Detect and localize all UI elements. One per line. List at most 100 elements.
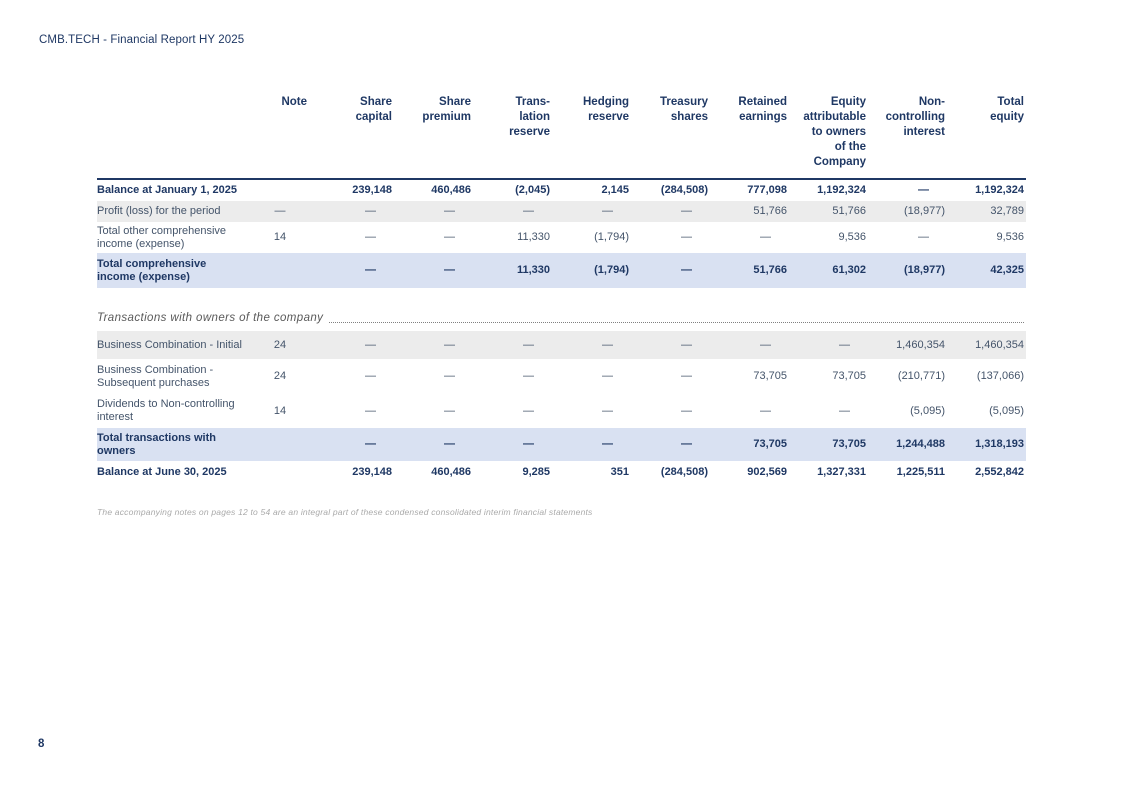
value-cell: — (631, 331, 710, 359)
value-cell: — (394, 253, 473, 288)
report-title: CMB.TECH - Financial Report HY 2025 (39, 34, 244, 46)
value-cell: 1,460,354 (947, 331, 1026, 359)
row-label: Dividends to Non-controlling interest (97, 394, 259, 428)
note-cell (259, 461, 315, 484)
value-cell: 239,148 (315, 179, 394, 201)
value-cell: — (394, 428, 473, 461)
value-cell: — (473, 394, 552, 428)
value-cell: — (552, 201, 631, 222)
row-label: Total comprehensive income (expense) (97, 253, 259, 288)
value-cell: 2,552,842 (947, 461, 1026, 484)
value-cell: — (631, 394, 710, 428)
value-cell: — (394, 359, 473, 394)
value-cell: 51,766 (789, 201, 868, 222)
value-cell: 1,460,354 (868, 331, 947, 359)
table-row-total-transactions: Total transactions with owners — — — — —… (97, 428, 1026, 461)
value-cell: — (394, 201, 473, 222)
table-row-total-comprehensive: Total comprehensive income (expense) — —… (97, 253, 1026, 288)
value-cell: 1,225,511 (868, 461, 947, 484)
value-cell: 42,325 (947, 253, 1026, 288)
value-cell: — (315, 253, 394, 288)
value-cell: — (394, 394, 473, 428)
note-cell (259, 179, 315, 201)
value-cell: (137,066) (947, 359, 1026, 394)
table-header: Note Share capital Share premium Trans- … (97, 93, 1026, 179)
value-cell: — (473, 359, 552, 394)
note-cell (259, 428, 315, 461)
value-cell: 902,569 (710, 461, 789, 484)
value-cell: — (315, 201, 394, 222)
value-cell: — (315, 428, 394, 461)
value-cell: — (315, 359, 394, 394)
row-label: Profit (loss) for the period (97, 201, 259, 222)
table-row-dividends-nci: Dividends to Non-controlling interest 14… (97, 394, 1026, 428)
value-cell: — (789, 394, 868, 428)
value-cell: 460,486 (394, 461, 473, 484)
column-header-equity-attributable: Equity attributable to owners of the Com… (789, 93, 868, 179)
value-cell: — (473, 331, 552, 359)
table-row-total-other-comprehensive: Total other comprehensive income (expens… (97, 222, 1026, 253)
dotted-divider (329, 322, 1024, 323)
value-cell: — (552, 394, 631, 428)
note-cell: 14 (259, 394, 315, 428)
value-cell: 1,192,324 (947, 179, 1026, 201)
value-cell: — (315, 394, 394, 428)
column-header-retained-earnings: Retained earnings (710, 93, 789, 179)
value-cell: 11,330 (473, 222, 552, 253)
footnote: The accompanying notes on pages 12 to 54… (97, 507, 1026, 517)
value-cell: 1,318,193 (947, 428, 1026, 461)
value-cell: 351 (552, 461, 631, 484)
value-cell: (284,508) (631, 461, 710, 484)
value-cell: (210,771) (868, 359, 947, 394)
value-cell: — (710, 394, 789, 428)
note-cell: 24 (259, 359, 315, 394)
column-header-note: Note (259, 93, 315, 179)
column-header-hedging-reserve: Hedging reserve (552, 93, 631, 179)
value-cell: (5,095) (947, 394, 1026, 428)
value-cell: 73,705 (710, 428, 789, 461)
value-cell: (1,794) (552, 253, 631, 288)
note-cell (259, 253, 315, 288)
value-cell: — (631, 253, 710, 288)
value-cell: — (631, 359, 710, 394)
table-row-business-combination-subsequent: Business Combination - Subsequent purcha… (97, 359, 1026, 394)
table-row-profit-loss: Profit (loss) for the period — — — — — —… (97, 201, 1026, 222)
column-header-treasury-shares: Treasury shares (631, 93, 710, 179)
page-number: 8 (38, 738, 44, 750)
value-cell: (1,794) (552, 222, 631, 253)
section-label: Transactions with owners of the company (97, 312, 329, 326)
value-cell: 239,148 (315, 461, 394, 484)
value-cell: 2,145 (552, 179, 631, 201)
column-header-translation-reserve: Trans- lation reserve (473, 93, 552, 179)
section-header-row: Transactions with owners of the company (97, 306, 1026, 331)
row-label: Balance at January 1, 2025 (97, 179, 259, 201)
value-cell: (5,095) (868, 394, 947, 428)
column-header-non-controlling-interest: Non- controlling interest (868, 93, 947, 179)
value-cell: — (631, 428, 710, 461)
value-cell: — (315, 331, 394, 359)
column-header-empty (97, 93, 259, 179)
value-cell: (18,977) (868, 253, 947, 288)
table-row-balance-jan: Balance at January 1, 2025 239,148 460,4… (97, 179, 1026, 201)
value-cell: — (631, 222, 710, 253)
table-row-balance-june: Balance at June 30, 2025 239,148 460,486… (97, 461, 1026, 484)
value-cell: 32,789 (947, 201, 1026, 222)
table-row-business-combination-initial: Business Combination - Initial 24 — — — … (97, 331, 1026, 359)
value-cell: — (868, 222, 947, 253)
equity-table: Note Share capital Share premium Trans- … (97, 93, 1026, 484)
value-cell: — (710, 331, 789, 359)
note-cell: 24 (259, 331, 315, 359)
header-row: Note Share capital Share premium Trans- … (97, 93, 1026, 179)
value-cell: 9,536 (947, 222, 1026, 253)
value-cell: — (868, 179, 947, 201)
row-label: Business Combination - Subsequent purcha… (97, 359, 259, 394)
value-cell: 11,330 (473, 253, 552, 288)
value-cell: 51,766 (710, 201, 789, 222)
row-label: Business Combination - Initial (97, 331, 259, 359)
value-cell: 777,098 (710, 179, 789, 201)
value-cell: 1,192,324 (789, 179, 868, 201)
value-cell: — (789, 331, 868, 359)
value-cell: (18,977) (868, 201, 947, 222)
value-cell: — (552, 428, 631, 461)
section-spacer (97, 288, 1026, 306)
